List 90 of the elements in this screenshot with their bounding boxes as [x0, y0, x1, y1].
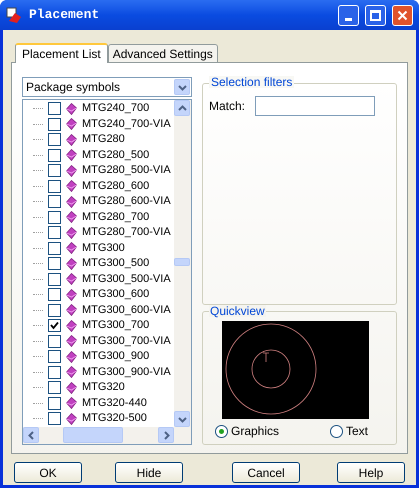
- symbol-name[interactable]: MTG300_700-VIA: [82, 336, 171, 347]
- package-icon: [66, 134, 77, 146]
- symbol-name[interactable]: MTG240_700: [82, 103, 150, 114]
- checkbox[interactable]: [48, 366, 61, 379]
- checkbox[interactable]: [48, 102, 61, 116]
- checkbox[interactable]: [48, 226, 61, 240]
- horizontal-scroll-thumb[interactable]: [63, 427, 123, 443]
- radio-button[interactable]: [215, 424, 228, 438]
- maximize-button[interactable]: [365, 4, 386, 26]
- tab[interactable]: Placement List: [15, 43, 108, 63]
- tab[interactable]: Advanced Settings: [108, 44, 218, 62]
- checkbox[interactable]: [48, 334, 61, 348]
- window-title: Placement: [29, 6, 100, 24]
- package-icon: [66, 196, 77, 208]
- close-icon: [397, 10, 408, 20]
- scroll-left-button[interactable]: [23, 427, 39, 443]
- symbol-name[interactable]: MTG280: [82, 134, 125, 146]
- symbol-type-dropdown[interactable]: Package symbols: [22, 77, 192, 97]
- package-icon: [66, 288, 77, 301]
- symbol-name[interactable]: MTG240_700-VIA: [82, 118, 171, 130]
- symbol-name[interactable]: MTG280_500-VIA: [82, 165, 171, 176]
- checkbox[interactable]: [48, 381, 61, 394]
- package-icon: [66, 118, 77, 130]
- symbol-name[interactable]: MTG280_700: [82, 212, 150, 223]
- package-icon: [66, 320, 77, 332]
- package-icon: [66, 335, 77, 348]
- package-icon: [66, 350, 77, 363]
- symbol-name[interactable]: MTG300_900: [82, 351, 150, 362]
- app-icon: [6, 6, 23, 24]
- symbol-name[interactable]: MTG320-500: [82, 413, 147, 424]
- checkbox[interactable]: [48, 210, 61, 224]
- radio-label[interactable]: Text: [346, 422, 368, 440]
- checkbox[interactable]: [48, 272, 61, 286]
- checkbox[interactable]: [48, 242, 61, 255]
- package-icon: [66, 382, 77, 394]
- symbol-name[interactable]: MTG280_600-VIA: [82, 196, 171, 208]
- symbol-name[interactable]: MTG300_600-VIA: [82, 304, 171, 316]
- checkbox[interactable]: [48, 148, 61, 162]
- package-icon: [66, 412, 77, 425]
- group-title: Selection filters: [209, 76, 294, 88]
- dialog-button[interactable]: Help: [337, 462, 405, 483]
- symbol-name[interactable]: MTG300_500: [82, 258, 150, 270]
- package-icon: [66, 273, 77, 286]
- dialog-button[interactable]: Cancel: [232, 462, 300, 483]
- symbol-name[interactable]: MTG300_900-VIA: [82, 366, 171, 378]
- checkbox[interactable]: [48, 180, 61, 193]
- radio-label[interactable]: Graphics: [231, 422, 280, 440]
- checkbox[interactable]: [48, 118, 61, 131]
- dialog-button[interactable]: Hide: [115, 462, 183, 483]
- scroll-thumb[interactable]: [174, 258, 190, 266]
- checkbox[interactable]: [48, 133, 61, 146]
- package-icon: [66, 164, 77, 177]
- checkbox[interactable]: [48, 257, 61, 270]
- checkbox[interactable]: [48, 304, 61, 317]
- package-icon: [66, 226, 77, 239]
- checkbox[interactable]: [48, 319, 61, 332]
- checkbox[interactable]: [48, 288, 61, 302]
- package-icon: [66, 366, 77, 378]
- symbol-name[interactable]: MTG280_500: [82, 150, 150, 161]
- package-icon: [66, 304, 77, 316]
- symbol-name[interactable]: MTG280_700-VIA: [82, 227, 171, 238]
- symbol-name[interactable]: MTG320-440: [82, 398, 147, 409]
- dialog-button[interactable]: OK: [14, 462, 82, 483]
- package-icon: [66, 397, 77, 410]
- radio-button[interactable]: [330, 424, 343, 438]
- package-icon: [66, 102, 77, 115]
- scroll-right-button[interactable]: [158, 427, 174, 443]
- symbol-name[interactable]: MTG300_700: [82, 320, 150, 332]
- symbol-name[interactable]: MTG300_600: [82, 289, 150, 300]
- minimize-button[interactable]: [338, 4, 359, 26]
- checkbox[interactable]: [48, 164, 61, 178]
- scroll-down-button[interactable]: [174, 411, 190, 427]
- symbol-name[interactable]: MTG320: [82, 382, 125, 394]
- checkbox[interactable]: [48, 350, 61, 364]
- package-icon: [66, 258, 77, 270]
- symbol-name[interactable]: MTG300_500-VIA: [82, 274, 171, 285]
- close-button[interactable]: [392, 4, 413, 26]
- scroll-up-button[interactable]: [174, 100, 190, 116]
- package-icon: [66, 180, 77, 192]
- group-title: Quickview: [209, 305, 266, 317]
- package-icon: [66, 242, 77, 254]
- package-icon: [66, 149, 77, 162]
- checkbox[interactable]: [48, 396, 61, 410]
- match-label: Match:: [209, 98, 246, 115]
- symbol-name[interactable]: MTG300: [82, 242, 125, 254]
- symbol-name[interactable]: MTG280_600: [82, 180, 150, 192]
- package-icon: [66, 211, 77, 224]
- checkbox[interactable]: [48, 412, 61, 426]
- match-field[interactable]: [255, 96, 376, 116]
- checkbox[interactable]: [48, 195, 61, 208]
